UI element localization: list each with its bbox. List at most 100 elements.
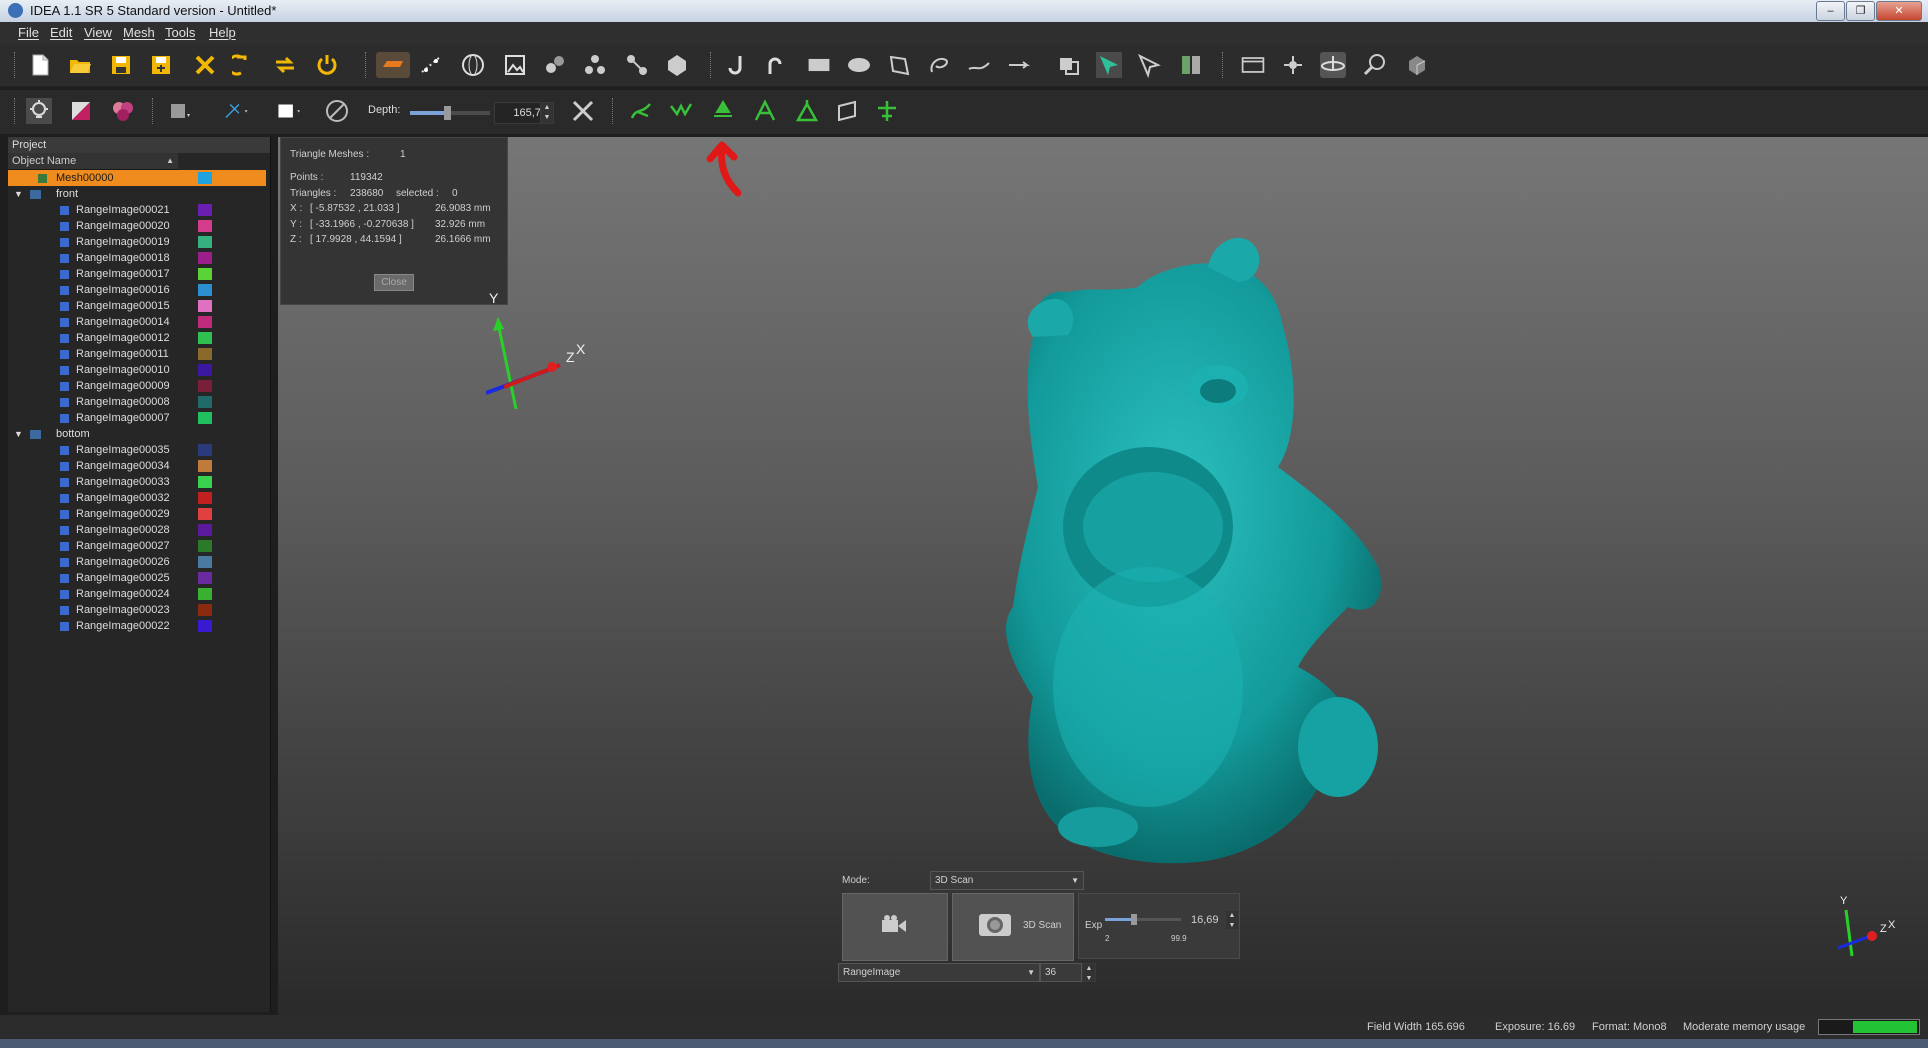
layers-icon[interactable] (1178, 52, 1204, 78)
tree-item-range-image[interactable]: RangeImage00022 (8, 618, 270, 634)
merge-icon[interactable] (624, 52, 650, 78)
save-icon[interactable] (108, 52, 134, 78)
tree-item-range-image[interactable]: RangeImage00028 (8, 522, 270, 538)
menu-help[interactable]: Help (209, 25, 236, 40)
3d-viewport[interactable]: Triangle Meshes : 1 Points : 119342 Triang… (278, 137, 1928, 1015)
pivot-icon[interactable] (1280, 52, 1306, 78)
tree-item-range-image[interactable]: RangeImage00035 (8, 442, 270, 458)
color-swatch[interactable] (198, 316, 212, 328)
tree-item-range-image[interactable]: RangeImage00017 (8, 266, 270, 282)
tree-item-range-image[interactable]: RangeImage00010 (8, 362, 270, 378)
count-spinner[interactable]: ▲ ▼ (1082, 963, 1096, 982)
color-swatch[interactable] (198, 556, 212, 568)
color-swatch[interactable] (198, 284, 212, 296)
tree-item-range-image[interactable]: RangeImage00027 (8, 538, 270, 554)
align-icon[interactable] (582, 52, 608, 78)
color-swatch[interactable] (198, 444, 212, 456)
tree-item-range-image[interactable]: RangeImage00033 (8, 474, 270, 490)
tree-item-range-image[interactable]: RangeImage00021 (8, 202, 270, 218)
maximize-button[interactable]: ❐ (1846, 1, 1875, 21)
tree-item-range-image[interactable]: RangeImage00007 (8, 410, 270, 426)
color-square-icon[interactable] (166, 98, 192, 124)
delete-icon[interactable] (192, 52, 218, 78)
open-folder-icon[interactable] (67, 52, 93, 78)
background-color-icon[interactable] (272, 98, 308, 124)
select-connected-icon[interactable] (1136, 52, 1162, 78)
color-swatch[interactable] (198, 460, 212, 472)
zoom-icon[interactable] (1362, 52, 1388, 78)
color-swatch[interactable] (198, 268, 212, 280)
ellipse-select-icon[interactable] (846, 52, 872, 78)
tree-item-range-image[interactable]: RangeImage00026 (8, 554, 270, 570)
menu-view[interactable]: View (84, 25, 112, 40)
minimize-button[interactable]: – (1816, 1, 1845, 21)
line-select-icon[interactable] (1006, 52, 1032, 78)
video-button[interactable] (842, 893, 948, 961)
color-swatch[interactable] (198, 364, 212, 376)
view-cube-icon[interactable] (1404, 52, 1430, 78)
palette-icon[interactable] (324, 98, 350, 124)
mesh-model[interactable] (918, 227, 1438, 887)
tree-item-range-image[interactable]: RangeImage00034 (8, 458, 270, 474)
depth-slider-thumb[interactable] (444, 106, 451, 120)
color-swatch[interactable] (198, 508, 212, 520)
select-through-icon[interactable] (1056, 52, 1082, 78)
menu-edit[interactable]: Edit (50, 25, 72, 40)
tree-item-range-image[interactable]: RangeImage00015 (8, 298, 270, 314)
point-cloud-icon[interactable] (418, 52, 444, 78)
save-as-icon[interactable] (148, 52, 174, 78)
color-swatch[interactable] (198, 380, 212, 392)
color-swatch[interactable] (198, 476, 212, 488)
tree-item-range-image[interactable]: RangeImage00019 (8, 234, 270, 250)
curve-up-icon[interactable] (762, 52, 788, 78)
color-swatch[interactable] (198, 172, 212, 184)
green-tool-2-icon[interactable] (668, 98, 694, 124)
3d-scan-button[interactable]: 3D Scan (952, 893, 1074, 961)
green-tool-6-icon[interactable] (874, 98, 900, 124)
select-visible-icon[interactable] (1096, 52, 1122, 78)
color-swatch[interactable] (198, 572, 212, 584)
curve-down-icon[interactable] (722, 52, 748, 78)
brush-select-icon[interactable] (966, 52, 992, 78)
color-swatch[interactable] (198, 524, 212, 536)
tree-item-range-image[interactable]: RangeImage00012 (8, 330, 270, 346)
object-name-column-header[interactable]: Object Name ▲ (8, 153, 178, 170)
light-icon[interactable] (26, 98, 52, 124)
color-swatch[interactable] (198, 620, 212, 632)
depth-slider[interactable] (410, 106, 490, 120)
tree-item-range-image[interactable]: RangeImage00009 (8, 378, 270, 394)
color-swatch[interactable] (198, 220, 212, 232)
texture-icon[interactable] (110, 98, 136, 124)
tree-item-range-image[interactable]: RangeImage00020 (8, 218, 270, 234)
color-swatch[interactable] (198, 492, 212, 504)
green-tool-3-icon[interactable] (710, 98, 736, 124)
color-swatch[interactable] (198, 252, 212, 264)
window-view-icon[interactable] (1238, 52, 1268, 78)
tree-item-range-image[interactable]: RangeImage00029 (8, 506, 270, 522)
color-swatch[interactable] (198, 396, 212, 408)
color-swatch[interactable] (198, 236, 212, 248)
source-select[interactable]: RangeImage ▼ (838, 963, 1040, 982)
tree-item-range-image[interactable]: RangeImage00014 (8, 314, 270, 330)
color-swatch[interactable] (198, 332, 212, 344)
tree-item-mesh[interactable]: Mesh00000 (8, 170, 266, 186)
tree-item-range-image[interactable]: RangeImage00023 (8, 602, 270, 618)
tree-item-range-image[interactable]: RangeImage00011 (8, 346, 270, 362)
tree-group-front[interactable]: ▼ front (8, 186, 270, 202)
mesh-icon[interactable] (664, 52, 690, 78)
power-icon[interactable] (314, 52, 340, 78)
green-tool-1-icon[interactable] (628, 98, 654, 124)
rectangle-select-icon[interactable] (804, 52, 834, 78)
color-swatch[interactable] (198, 300, 212, 312)
expand-arrow-icon[interactable]: ▼ (14, 426, 23, 442)
tools-icon[interactable] (570, 98, 596, 124)
tree-item-range-image[interactable]: RangeImage00018 (8, 250, 270, 266)
expand-arrow-icon[interactable]: ▼ (14, 186, 23, 202)
tree-group-bottom[interactable]: ▼ bottom (8, 426, 270, 442)
menu-tools[interactable]: Tools (165, 25, 195, 40)
info-close-button[interactable]: Close (374, 274, 414, 291)
close-window-button[interactable]: ✕ (1876, 1, 1922, 21)
fill-hole-icon[interactable] (834, 98, 860, 124)
point-size-icon[interactable] (218, 98, 254, 124)
menu-mesh[interactable]: Mesh (123, 25, 155, 40)
